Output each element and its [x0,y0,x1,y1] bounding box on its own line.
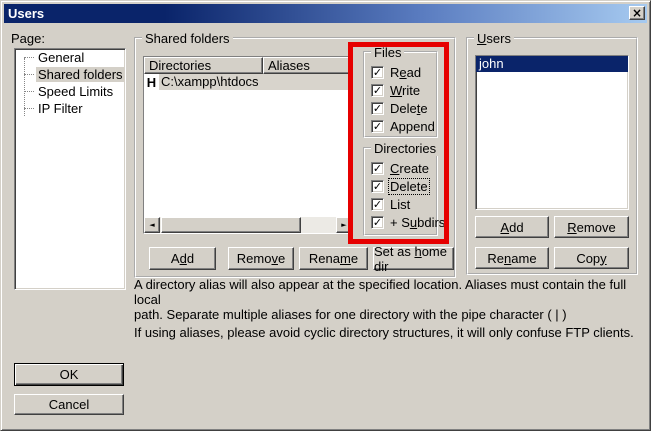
directories-listview: Directories Aliases H C:\xampp\htdocs ◄ … [143,56,353,234]
users-group-label: Users [474,31,514,46]
tree-item-label: General [36,50,86,65]
highlight-annotation [348,42,449,244]
button-label: Remove [567,220,615,235]
scroll-thumb[interactable] [161,217,301,233]
window-title: Users [4,6,44,21]
notes: A directory alias will also appear at th… [134,277,650,340]
button-label: Cancel [49,397,89,412]
set-home-dir-button[interactable]: Set as home dir [373,247,454,270]
close-icon: × [632,8,642,18]
button-label: Rename [309,251,358,266]
tree-item-label: Shared folders [36,67,125,82]
add-user-button[interactable]: Add [475,216,549,238]
cyclic-note: If using aliases, please avoid cyclic di… [134,325,650,340]
alias-note-line2: path. Separate multiple aliases for one … [134,307,650,322]
user-item[interactable]: john [476,56,628,72]
cancel-button[interactable]: Cancel [14,394,124,415]
tree-item-speed-limits[interactable]: Speed Limits [15,83,125,100]
alias-note-line1: A directory alias will also appear at th… [134,277,650,307]
button-label: Add [500,220,523,235]
tree-connector [24,74,34,75]
tree-lines [24,58,25,116]
listview-header: Directories Aliases [144,57,352,74]
button-label: OK [60,367,79,382]
listview-body: H C:\xampp\htdocs [144,74,352,217]
scroll-right-icon: ► [341,221,346,229]
scroll-left-button[interactable]: ◄ [144,217,160,233]
tree-item-ip-filter[interactable]: IP Filter [15,100,125,117]
button-label: Remove [237,251,285,266]
users-list: john [475,55,629,210]
tree-item-label: IP Filter [36,101,85,116]
titlebar[interactable]: Users × [4,4,647,23]
scroll-track[interactable] [160,217,336,233]
page-label: Page: [11,31,45,46]
users-dialog: Users × Page: General Shared folders Spe… [0,0,651,431]
ok-button[interactable]: OK [14,363,124,386]
directory-row[interactable]: H C:\xampp\htdocs [144,74,352,90]
rename-directory-button[interactable]: Rename [299,247,368,270]
button-label: Copy [576,251,606,266]
remove-directory-button[interactable]: Remove [228,247,294,270]
directory-path: C:\xampp\htdocs [159,74,352,90]
scroll-left-icon: ◄ [149,221,154,229]
tree-connector [24,57,34,58]
page-tree: General Shared folders Speed Limits IP F… [14,48,126,290]
tree-connector [24,108,34,109]
shared-folders-group-label: Shared folders [142,31,233,46]
column-header-directories[interactable]: Directories [144,57,263,74]
close-button[interactable]: × [629,6,645,20]
button-label: Add [171,251,194,266]
hscrollbar: ◄ ► [144,217,352,233]
tree-connector [24,91,34,92]
home-flag: H [144,75,159,90]
add-directory-button[interactable]: Add [149,247,216,270]
button-label: Set as home dir [374,244,453,274]
tree-item-label: Speed Limits [36,84,115,99]
column-header-aliases[interactable]: Aliases [263,57,352,74]
remove-user-button[interactable]: Remove [554,216,629,238]
rename-user-button[interactable]: Rename [475,247,549,269]
tree-item-shared-folders[interactable]: Shared folders [15,66,125,83]
button-label: Rename [487,251,536,266]
copy-user-button[interactable]: Copy [554,247,629,269]
tree-item-general[interactable]: General [15,49,125,66]
